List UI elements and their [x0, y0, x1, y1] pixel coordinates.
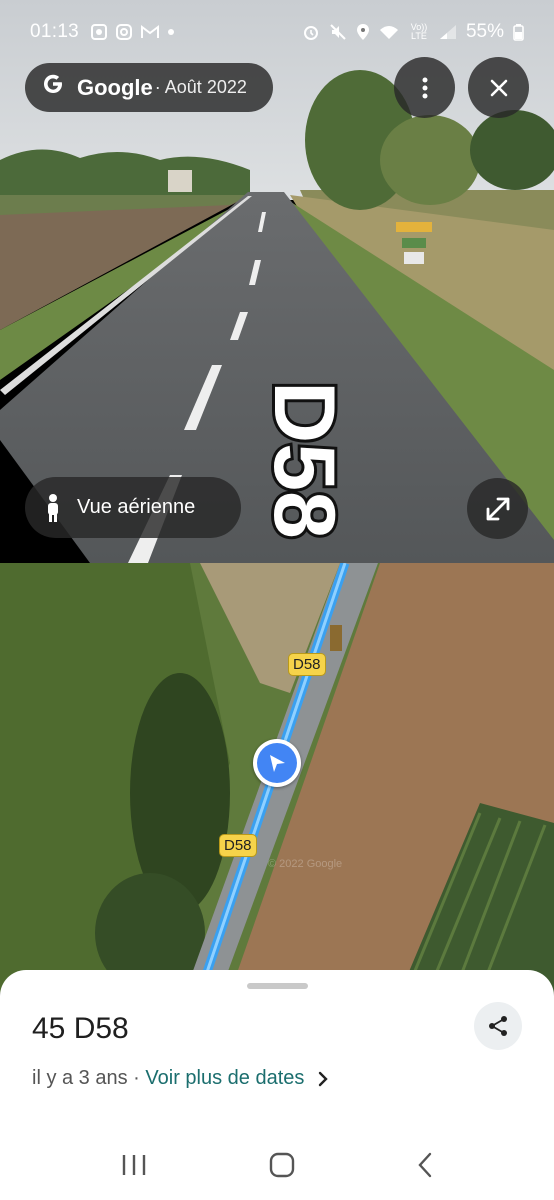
road-label: D58: [256, 381, 352, 539]
navigation-arrow-icon: [270, 755, 285, 772]
home-icon[interactable]: [269, 1152, 295, 1178]
back-icon[interactable]: [417, 1152, 433, 1178]
battery-icon: [513, 23, 524, 41]
street-view-panel[interactable]: D58 01:13 Vo)) LTE 55% Google · Août 202…: [0, 0, 554, 563]
capture-date: · Août 2022: [154, 77, 247, 97]
satellite-map[interactable]: D58 D58 © 2022 Google: [0, 563, 554, 993]
aerial-view-label: Vue aérienne: [77, 496, 196, 518]
google-logo-icon: [39, 72, 67, 103]
expand-button[interactable]: [467, 478, 528, 539]
wifi-icon: [379, 26, 398, 39]
expand-icon: [486, 497, 509, 520]
capture-info-row: il y a 3 ans · Voir plus de dates: [32, 1067, 329, 1090]
brand-name: Google: [77, 74, 153, 100]
imagery-source-pill[interactable]: Google · Août 2022: [25, 63, 273, 112]
road-shield: D58: [219, 834, 257, 857]
more-vert-icon: [422, 77, 427, 98]
map-watermark: © 2022 Google: [268, 858, 343, 870]
current-position-marker[interactable]: [253, 739, 301, 787]
recents-icon[interactable]: [121, 1153, 147, 1177]
mute-icon: [330, 24, 346, 40]
gmail-icon: [141, 25, 160, 38]
more-options-button[interactable]: [394, 57, 455, 118]
instagram-icon: [116, 24, 133, 40]
photos-app-icon: [91, 24, 108, 40]
meta-separator: ·: [127, 1067, 146, 1089]
status-time: 01:13: [30, 21, 80, 42]
sheet-drag-handle[interactable]: [247, 983, 308, 989]
location-icon: [356, 24, 369, 40]
close-button[interactable]: [468, 57, 529, 118]
signal-icon: [439, 25, 456, 39]
alarm-icon: [303, 26, 318, 40]
place-title: 45 D58: [32, 1012, 129, 1045]
close-icon: [490, 79, 507, 96]
battery-percent: 55%: [465, 21, 504, 42]
notification-dot-icon: [168, 29, 175, 35]
chevron-right-icon[interactable]: [318, 1071, 329, 1087]
road-shield: D58: [288, 653, 326, 676]
status-bar: 01:13 Vo)) LTE 55%: [0, 0, 554, 64]
capture-age: il y a 3 ans: [32, 1067, 128, 1089]
more-dates-link[interactable]: Voir plus de dates: [145, 1067, 304, 1090]
system-navigation-bar: [0, 1130, 554, 1200]
share-button[interactable]: [474, 1002, 522, 1050]
pegman-icon: [48, 493, 58, 522]
aerial-view-toggle[interactable]: Vue aérienne: [25, 477, 241, 538]
network-label: Vo)) LTE: [410, 22, 428, 41]
share-icon: [489, 1016, 507, 1036]
